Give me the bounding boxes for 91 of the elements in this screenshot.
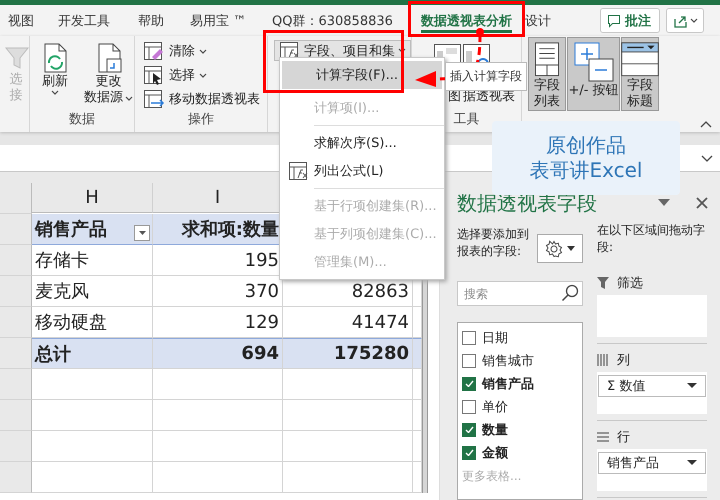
row-header[interactable] (0, 462, 32, 493)
area-title: 筛选 (617, 274, 643, 292)
table-formula-icon (288, 161, 310, 181)
watermark-text: 表哥讲Excel (530, 158, 642, 183)
field-label: 销售城市 (482, 352, 534, 370)
eraser-icon (143, 41, 165, 61)
tooltip: 插入计算字段 (445, 62, 527, 91)
row-header[interactable] (0, 431, 32, 462)
toggle-button[interactable]: 字段 标题 (621, 37, 659, 111)
checkmark-icon (464, 449, 474, 456)
area-field-button[interactable]: 销售产品 (598, 452, 706, 474)
annotation-arrow (415, 28, 484, 87)
checkbox[interactable] (462, 422, 476, 436)
checkmark-icon (464, 380, 474, 387)
group-label: 数据 (68, 111, 96, 129)
field-label: 单价 (482, 398, 508, 416)
checkmark-icon (464, 426, 474, 433)
caret-icon (687, 460, 697, 466)
cursor-icon (143, 65, 165, 85)
group-label: 工具 (452, 111, 480, 129)
speech-bubble-icon (607, 14, 621, 28)
funnel-icon (597, 276, 609, 289)
menu-item[interactable]: 列出公式(L) (280, 157, 444, 185)
field-label: 金额 (482, 444, 508, 462)
settings-button[interactable] (537, 234, 583, 263)
row-header[interactable] (0, 214, 32, 245)
move-table-icon (143, 89, 165, 109)
menu-item[interactable]: 求解次序(S)... (280, 129, 444, 157)
empty-cell (413, 338, 422, 369)
checkbox[interactable] (462, 354, 476, 368)
area-field-button[interactable]: Σ 数值 (598, 374, 706, 397)
checkbox[interactable] (462, 330, 476, 344)
share-button[interactable] (666, 8, 704, 33)
table-cell: 麦克风 (32, 276, 153, 307)
plus-minus-icon (572, 41, 614, 83)
checkbox[interactable] (462, 446, 476, 460)
row-header[interactable] (0, 245, 32, 276)
row-header[interactable] (0, 276, 32, 307)
row-header[interactable] (0, 307, 32, 338)
caret-icon (690, 18, 698, 23)
table-cell-text: 销售产品 (35, 218, 107, 241)
checkbox[interactable] (462, 376, 476, 390)
area-title: 列 (617, 352, 630, 369)
column-header[interactable]: H (32, 183, 153, 213)
filter-dropdown-button[interactable] (134, 225, 150, 241)
row-header[interactable] (0, 369, 32, 400)
total-cell: 总计 (32, 338, 153, 369)
ribbon-tab[interactable]: 帮助 (138, 6, 190, 34)
close-button[interactable] (696, 197, 708, 209)
caret-icon (567, 246, 575, 251)
field-label: 销售产品 (482, 376, 534, 392)
ribbon-button[interactable]: 更改 数据源 (80, 38, 137, 110)
ribbon-button[interactable]: 刷新 (36, 38, 74, 110)
instruction-text: 在以下区域间拖动字段: (597, 222, 706, 256)
ribbon-tab[interactable]: QQ群：630858836 (272, 6, 408, 34)
field-label: 日期 (482, 330, 508, 346)
scrollbar[interactable] (422, 462, 428, 493)
rows-icon (597, 430, 609, 443)
drop-area[interactable]: Σ 数值 (597, 372, 707, 414)
table-cell: 存储卡 (32, 245, 153, 276)
instruction-text: 选择要添加到报表的字段: (457, 226, 530, 260)
toggle-button[interactable]: 字段 列表 (528, 37, 566, 111)
ribbon-button[interactable]: 移动数据透视表 (141, 88, 262, 110)
field-label: 数量 (482, 422, 508, 438)
options-caret-icon (658, 199, 670, 207)
comment-button[interactable]: 批注 (600, 8, 660, 33)
area-title: 行 (617, 428, 630, 446)
ribbon-tab[interactable]: 开发工具 (58, 6, 138, 34)
ribbon-tab[interactable]: 易用宝 ™ (190, 6, 272, 34)
checkbox[interactable] (462, 400, 476, 414)
ribbon-button[interactable]: 选择 (141, 64, 262, 86)
settings-icon (545, 240, 563, 258)
ribbon-button[interactable]: 清除 (141, 40, 262, 62)
row-header[interactable] (0, 338, 32, 369)
toggle-button[interactable]: +/- 按钮 (567, 37, 620, 111)
row-header[interactable] (0, 400, 32, 431)
ribbon-tab[interactable]: 视图 (8, 6, 58, 34)
search-icon (561, 284, 579, 302)
drop-area[interactable]: 销售产品 (597, 448, 707, 491)
watermark-text: 原创作品 (546, 133, 626, 158)
ribbon-tab[interactable]: 数据透视表分析 (418, 8, 515, 32)
columns-icon (597, 354, 609, 366)
search-field[interactable]: 搜索 (457, 281, 583, 306)
caret-icon (138, 230, 146, 236)
menu-item[interactable]: 计算字段(F)... (282, 61, 442, 89)
ribbon-tab[interactable]: 设计 (525, 6, 600, 34)
group-label: 操作 (187, 111, 215, 129)
caret-icon (687, 383, 697, 388)
total-cell: 175280 (283, 338, 413, 369)
collapse-button[interactable] (700, 121, 712, 128)
total-cell: 694 (153, 338, 283, 369)
